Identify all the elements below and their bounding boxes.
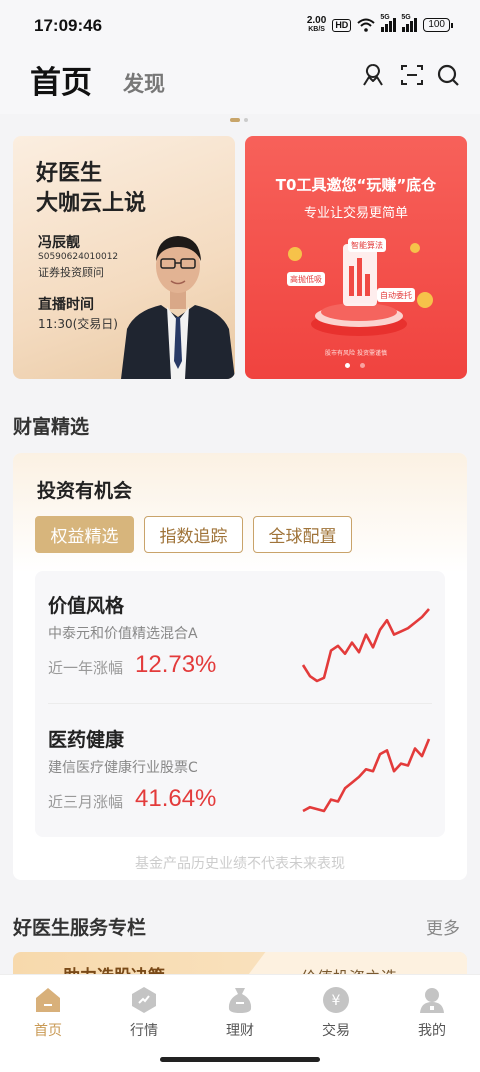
- more-link[interactable]: 更多: [426, 914, 460, 939]
- svg-text:高抛低吸: 高抛低吸: [290, 274, 322, 284]
- section-title-wealth: 财富精选: [13, 416, 90, 438]
- banner1-title-line2: 大咖云上说: [36, 190, 147, 216]
- hd-icon: HD: [332, 18, 352, 32]
- advisor-name: 冯辰靓: [38, 235, 80, 251]
- network-speed: 2.00 KB/S: [306, 15, 327, 34]
- return-value: 41.64%: [135, 785, 217, 812]
- wifi-icon: [357, 18, 375, 32]
- tabbar-market[interactable]: 行情: [104, 985, 184, 1040]
- live-label: 直播时间: [38, 297, 94, 313]
- signal-icon-2: 5G: [401, 14, 418, 32]
- trade-icon: ¥: [323, 987, 349, 1013]
- banner2-subtitle: 专业让交易更简单: [303, 206, 408, 221]
- battery-icon: 100: [423, 18, 453, 32]
- live-time: 11:30(交易日): [38, 317, 118, 331]
- banner-t0-tool[interactable]: T0工具邀您“玩赚”底仓 专业让交易更简单 智能算法 高抛低吸 自动委托 股市有…: [245, 136, 467, 379]
- money-bag-icon: [228, 988, 252, 1013]
- signal-icon: 5G: [380, 14, 397, 32]
- tab-home[interactable]: 首页: [30, 57, 92, 102]
- banner2-title: T0工具邀您“玩赚”底仓: [275, 176, 437, 194]
- svg-text:智能算法: 智能算法: [351, 240, 383, 250]
- banner-indicator: [230, 118, 248, 122]
- return-value: 12.73%: [135, 651, 217, 678]
- trend-line: [302, 738, 431, 813]
- scan-icon[interactable]: [399, 62, 425, 88]
- fund-category: 医药健康: [48, 729, 125, 751]
- svg-text:¥: ¥: [332, 993, 341, 1009]
- top-header: 首页 发现: [0, 52, 480, 114]
- banner2-risk-note: 股市有风险 投资需谨慎: [325, 350, 387, 357]
- tab-global[interactable]: 全球配置: [253, 516, 352, 553]
- market-icon: [132, 987, 156, 1013]
- banner2-indicator: [345, 363, 365, 368]
- advisor-photo: [121, 236, 235, 379]
- status-bar: 17:09:46 2.00 KB/S HD 5G 5G 100: [0, 0, 480, 52]
- banner2-illustration: 智能算法 高抛低吸 自动委托: [287, 238, 433, 336]
- banner-live-broadcast[interactable]: 好医生 大咖云上说 冯辰靓 S0590624010012 证券投资顾问 直播时间…: [13, 136, 235, 379]
- advisor-icon[interactable]: [360, 62, 386, 88]
- wealth-card: 投资有机会 权益精选 指数追踪 全球配置 价值风格 中泰元和价值精选混合A 近一…: [13, 453, 467, 880]
- fund-item-healthcare[interactable]: 医药健康 建信医疗健康行业股票C 近三月涨幅 41.64%: [35, 705, 445, 837]
- tab-index[interactable]: 指数追踪: [144, 516, 243, 553]
- tab-discover[interactable]: 发现: [123, 68, 165, 98]
- tabbar-mine[interactable]: 我的: [392, 985, 472, 1040]
- home-icon: [36, 988, 60, 1012]
- clock: 17:09:46: [34, 16, 103, 35]
- fund-item-value[interactable]: 价值风格 中泰元和价值精选混合A 近一年涨幅 12.73%: [35, 571, 445, 703]
- trend-line: [301, 608, 430, 683]
- fund-list: 价值风格 中泰元和价值精选混合A 近一年涨幅 12.73% 医药健康 建信医疗健…: [35, 571, 445, 837]
- fund-trend-chart: [301, 608, 430, 683]
- tab-equity[interactable]: 权益精选: [35, 516, 134, 553]
- fund-trend-chart: [302, 738, 431, 813]
- status-icons: 2.00 KB/S HD 5G 5G 100: [306, 14, 453, 34]
- section-title-service: 好医生服务专栏: [13, 917, 147, 939]
- advisor-code: S0590624010012: [38, 252, 119, 262]
- advisor-role: 证券投资顾问: [38, 266, 104, 279]
- search-icon[interactable]: [435, 62, 461, 88]
- tabbar-wealth[interactable]: 理财: [200, 985, 280, 1040]
- card-title: 投资有机会: [37, 480, 133, 502]
- tabbar-trade[interactable]: ¥ 交易: [296, 985, 376, 1040]
- return-label: 近一年涨幅: [48, 659, 124, 677]
- svg-text:自动委托: 自动委托: [380, 290, 412, 300]
- banner1-title-line1: 好医生: [36, 160, 103, 186]
- user-icon: [420, 988, 444, 1013]
- home-indicator: [160, 1057, 320, 1062]
- tabbar-home[interactable]: 首页: [8, 985, 88, 1040]
- return-label: 近三月涨幅: [48, 793, 124, 811]
- fund-name: 中泰元和价值精选混合A: [48, 626, 198, 642]
- disclaimer: 基金产品历史业绩不代表未来表现: [135, 856, 345, 872]
- fund-name: 建信医疗健康行业股票C: [48, 760, 198, 776]
- fund-category: 价值风格: [48, 595, 125, 617]
